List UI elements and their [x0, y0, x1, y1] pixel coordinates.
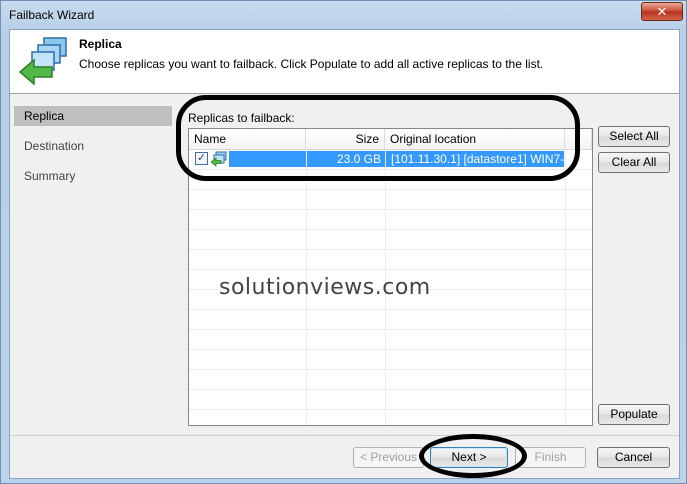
column-header-size[interactable]: Size: [306, 129, 385, 149]
replica-size-cell: 23.0 GB: [307, 151, 385, 167]
next-button[interactable]: Next >: [430, 447, 508, 468]
grid-column-line: [565, 149, 566, 425]
replicas-group-label: Replicas to failback:: [188, 111, 295, 125]
step-summary[interactable]: Summary: [14, 166, 172, 186]
window-title: Failback Wizard: [9, 8, 95, 22]
failback-wizard-window: Failback Wizard ✕ Replica Choose replica…: [0, 0, 687, 484]
check-icon: ✓: [196, 152, 207, 164]
list-header: Name Size Original location: [189, 129, 592, 150]
grid-line: [189, 409, 592, 410]
select-all-button[interactable]: Select All: [598, 126, 670, 147]
step-description: Choose replicas you want to failback. Cl…: [79, 57, 544, 71]
replica-checkbox[interactable]: ✓: [195, 152, 208, 165]
clear-all-button[interactable]: Clear All: [598, 152, 670, 173]
grid-line: [189, 229, 592, 230]
cancel-button[interactable]: Cancel: [597, 447, 670, 468]
replica-name-cell: [229, 151, 306, 167]
replica-location-cell: [101.11.30.1] [datastore1] WIN7-...: [386, 151, 564, 167]
grid-line: [189, 209, 592, 210]
table-row[interactable]: ✓ 23.0 GB [101.11.30.1] [datastore1] WIN…: [189, 150, 592, 169]
grid-line: [189, 269, 592, 270]
grid-line: [189, 389, 592, 390]
close-button[interactable]: ✕: [641, 2, 683, 21]
grid-line: [189, 169, 592, 170]
step-destination[interactable]: Destination: [14, 136, 172, 156]
grid-line: [189, 349, 592, 350]
populate-button[interactable]: Populate: [598, 404, 670, 425]
column-header-location[interactable]: Original location: [385, 129, 565, 149]
step-title: Replica: [79, 37, 122, 51]
wizard-header: Replica Choose replicas you want to fail…: [10, 30, 679, 94]
vm-replica-icon: [211, 151, 227, 167]
grid-line: [189, 249, 592, 250]
grid-line: [189, 369, 592, 370]
previous-button[interactable]: < Previous: [353, 447, 424, 468]
grid-line: [189, 329, 592, 330]
finish-button[interactable]: Finish: [515, 447, 586, 468]
close-icon: ✕: [656, 4, 668, 19]
wizard-client-area: Replica Choose replicas you want to fail…: [9, 29, 680, 479]
title-bar[interactable]: Failback Wizard ✕: [1, 1, 686, 29]
replica-failback-icon: [18, 37, 67, 86]
grid-line: [189, 309, 592, 310]
step-replica[interactable]: Replica: [14, 106, 172, 126]
grid-line: [189, 189, 592, 190]
footer-divider: [10, 435, 679, 436]
column-header-name[interactable]: Name: [189, 129, 306, 149]
watermark-text: solutionviews.com: [219, 275, 431, 300]
column-header-blank: [565, 129, 592, 149]
